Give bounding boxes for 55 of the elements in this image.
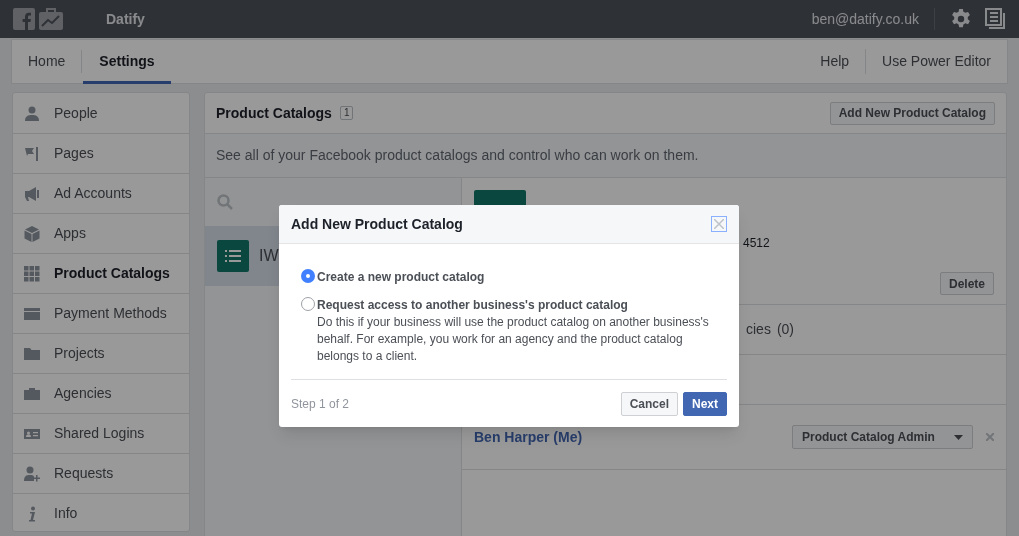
briefcase-chart-icon[interactable] (39, 8, 63, 30)
sidebar-item[interactable]: Product Catalogs (13, 253, 189, 293)
caret-icon (954, 434, 963, 440)
app-name: Datify (106, 9, 145, 29)
settings-icon[interactable] (950, 8, 972, 30)
add-catalog-button[interactable]: Add New Product Catalog (829, 101, 995, 125)
sidebar-item[interactable]: Info (13, 493, 189, 533)
panel-description: See all of your Facebook product catalogs and control who can work on them. (216, 146, 699, 165)
delete-button[interactable]: Delete (939, 272, 994, 295)
search-icon[interactable] (217, 194, 233, 210)
step-indicator: Step 1 of 2 (291, 395, 350, 413)
remove-icon[interactable] (986, 433, 994, 441)
account-email[interactable]: ben@datify.co.uk (811, 8, 919, 30)
tab-count: (0) (776, 320, 795, 339)
sidebar-item[interactable]: Apps (13, 213, 189, 253)
list-icon (217, 240, 249, 272)
person-add-icon (24, 465, 40, 482)
sidebar-item[interactable]: Requests (13, 453, 189, 493)
catalog-id: 4512 (743, 235, 770, 252)
option-description: Do this if your business will use the product catalog on another business's behalf. For example, you work for an agency and the product catalog belongs to a client. (317, 314, 710, 365)
list-icon[interactable] (984, 8, 1006, 30)
close-icon (714, 219, 724, 229)
dialog-title: Add New Product Catalog (291, 214, 463, 234)
count-badge: 1 (339, 106, 354, 120)
sidebar-item[interactable]: Ad Accounts (13, 173, 189, 213)
person-name[interactable]: Ben Harper (Me) (474, 426, 583, 448)
sidebar-item[interactable]: Shared Logins (13, 413, 189, 453)
next-button[interactable]: Next (683, 391, 727, 416)
person-icon (24, 105, 40, 121)
sidebar-item[interactable]: Pages (13, 133, 189, 173)
flag-icon (24, 145, 40, 162)
cancel-button[interactable]: Cancel (620, 391, 678, 416)
cube-icon (24, 225, 40, 242)
panel-title: Product Catalogs (216, 103, 332, 123)
card-icon (24, 305, 40, 322)
option-label[interactable]: Request access to another business's product catalog (317, 296, 727, 314)
briefcase-icon (24, 385, 40, 402)
folder-icon (24, 345, 40, 362)
close-button[interactable] (711, 216, 727, 232)
sidebar-item[interactable]: Projects (13, 333, 189, 373)
tab-label[interactable]: cies (746, 319, 771, 340)
facebook-icon[interactable] (13, 8, 35, 30)
nav-link[interactable]: Use Power Editor (866, 51, 1007, 72)
sidebar-item[interactable]: People (13, 93, 189, 133)
radio-button[interactable] (301, 297, 315, 311)
nav-link[interactable]: Help (804, 51, 866, 72)
role-dropdown[interactable]: Product Catalog Admin (792, 425, 973, 449)
grid-icon (24, 265, 40, 282)
nav-tab[interactable]: Settings (83, 39, 171, 84)
nav-tab[interactable]: Home (12, 39, 82, 84)
radio-button[interactable] (301, 269, 315, 283)
megaphone-icon (24, 185, 40, 202)
sidebar-item[interactable]: Payment Methods (13, 293, 189, 333)
option-label[interactable]: Create a new product catalog (317, 268, 485, 286)
sidebar-item[interactable]: Agencies (13, 373, 189, 413)
